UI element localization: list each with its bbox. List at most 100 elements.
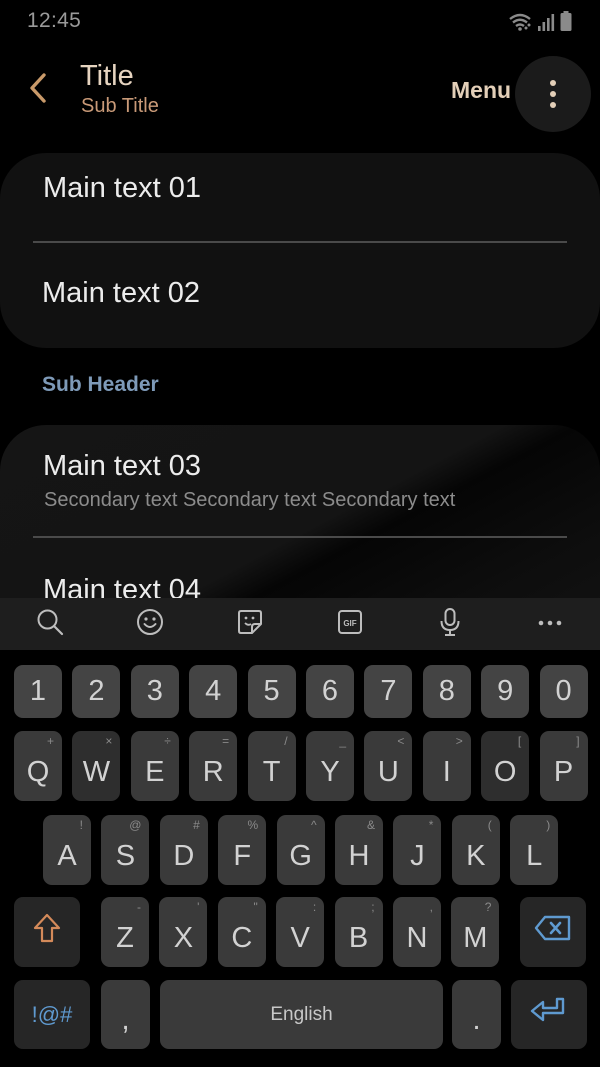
key-label: N [406, 921, 428, 954]
key-hint: ' [197, 900, 200, 914]
key-hint: ) [546, 818, 551, 832]
key-hint: _ [339, 734, 346, 748]
status-time: 12:45 [27, 9, 82, 32]
key-label: 2 [88, 675, 105, 707]
voice-input-button[interactable] [434, 607, 466, 642]
keyboard-more-button[interactable] [534, 608, 566, 640]
list-item[interactable]: Main text 01 [0, 153, 600, 241]
list-item-main-text: Main text 03 [43, 450, 201, 482]
list-item[interactable]: Main text 02 [0, 243, 600, 348]
key-j[interactable]: * J [393, 815, 442, 885]
key-i[interactable]: > I [422, 731, 471, 801]
key-label: B [348, 921, 369, 954]
key-h[interactable]: & H [335, 815, 383, 885]
key-b[interactable]: ; B [334, 897, 383, 967]
list-item-main-text: Main text 02 [42, 277, 200, 309]
key-y[interactable]: _ Y [306, 731, 354, 801]
symbols-key[interactable]: !@# [14, 980, 90, 1049]
shift-icon [32, 912, 62, 952]
key-label: 5 [263, 675, 280, 707]
list-item-secondary-text: Secondary text Secondary text Secondary … [44, 489, 456, 511]
keyboard-toolbar: GIF [0, 598, 600, 650]
list-group-1: Main text 01 Main text 02 [0, 153, 600, 348]
microphone-icon [436, 607, 464, 642]
key-0[interactable]: 0 [539, 665, 588, 718]
key-label: 7 [380, 675, 397, 707]
key-c[interactable]: " C [217, 897, 266, 967]
key-hint: [ [517, 734, 522, 748]
sticker-button[interactable] [234, 608, 266, 640]
key-g[interactable]: ^ G [276, 815, 325, 885]
menu-button[interactable]: Menu [451, 77, 511, 104]
key-label: , [121, 1004, 130, 1036]
key-x[interactable]: ' X [159, 897, 208, 967]
page-subtitle: Sub Title [81, 95, 159, 117]
key-8[interactable]: 8 [422, 665, 471, 718]
key-q[interactable]: + Q [14, 731, 62, 801]
key-label: Y [320, 755, 340, 788]
key-v[interactable]: :V [276, 897, 325, 967]
key-label: 6 [321, 675, 339, 707]
enter-key[interactable] [511, 980, 587, 1049]
key-w[interactable]: × W [72, 731, 121, 801]
key-5[interactable]: 5 [247, 665, 296, 718]
key-label: E [145, 755, 165, 788]
search-icon [36, 608, 64, 641]
key-label: X [173, 921, 194, 954]
key-label: D [173, 839, 195, 872]
key-m[interactable]: ? M [451, 897, 500, 967]
more-vertical-icon [550, 80, 556, 108]
key-label: O [493, 755, 517, 788]
key-label: I [442, 755, 451, 788]
keyboard-search-button[interactable] [34, 608, 66, 640]
key-d[interactable]: # D [159, 815, 208, 885]
key-4[interactable]: 4 [189, 665, 238, 718]
shift-key[interactable] [14, 897, 80, 967]
status-icons [508, 11, 572, 31]
key-t[interactable]: / T [247, 731, 296, 801]
enter-icon [529, 996, 569, 1034]
key-hint: ÷ [164, 734, 171, 748]
key-label: H [348, 839, 370, 872]
key-7[interactable]: 7 [364, 665, 413, 718]
chevron-left-icon [28, 72, 48, 109]
key-k[interactable]: (K [451, 815, 500, 885]
key-r[interactable]: = R [189, 731, 238, 801]
backspace-key[interactable] [520, 897, 586, 967]
sub-header: Sub Header [42, 373, 159, 396]
key-e[interactable]: ÷ E [130, 731, 179, 801]
key-label: M [463, 921, 488, 954]
key-z[interactable]: -Z [101, 897, 149, 967]
key-hint: + [46, 734, 54, 748]
key-hint: " [253, 900, 258, 914]
more-horizontal-icon [536, 615, 564, 633]
key-p[interactable]: ] P [539, 731, 588, 801]
key-label: C [231, 921, 253, 954]
key-2[interactable]: 2 [72, 665, 121, 718]
key-l[interactable]: ) L [510, 815, 559, 885]
gif-button[interactable]: GIF [334, 608, 366, 640]
key-hint: ] [576, 734, 580, 748]
key-u[interactable]: < U [364, 731, 413, 801]
key-6[interactable]: 6 [306, 665, 354, 718]
space-key[interactable]: English [160, 980, 443, 1049]
comma-key[interactable]: , [101, 980, 150, 1049]
key-9[interactable]: 9 [481, 665, 530, 718]
key-hint: : [312, 900, 317, 914]
back-button[interactable] [18, 70, 58, 110]
key-hint: , [429, 900, 433, 914]
list-item[interactable]: Main text 03 Secondary text Secondary te… [0, 425, 600, 537]
more-options-button[interactable] [515, 56, 591, 132]
key-n[interactable]: ,N [393, 897, 441, 967]
key-3[interactable]: 3 [130, 665, 179, 718]
key-hint: - [137, 900, 141, 914]
period-key[interactable]: . [452, 980, 501, 1049]
key-hint: # [193, 818, 200, 832]
key-s[interactable]: @ S [101, 815, 150, 885]
key-label: T [262, 755, 281, 788]
key-a[interactable]: ! A [43, 815, 91, 885]
key-o[interactable]: [O [481, 731, 530, 801]
key-1[interactable]: 1 [14, 665, 62, 718]
emoji-button[interactable] [134, 608, 166, 640]
key-f[interactable]: % F [218, 815, 267, 885]
